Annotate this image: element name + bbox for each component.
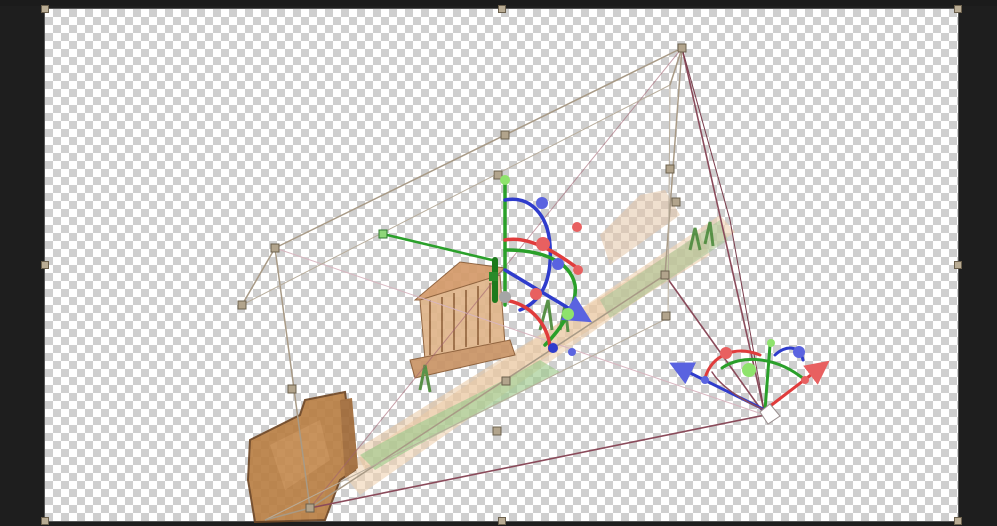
illustration-artwork[interactable] xyxy=(246,190,735,524)
transform-overlay xyxy=(237,43,830,524)
